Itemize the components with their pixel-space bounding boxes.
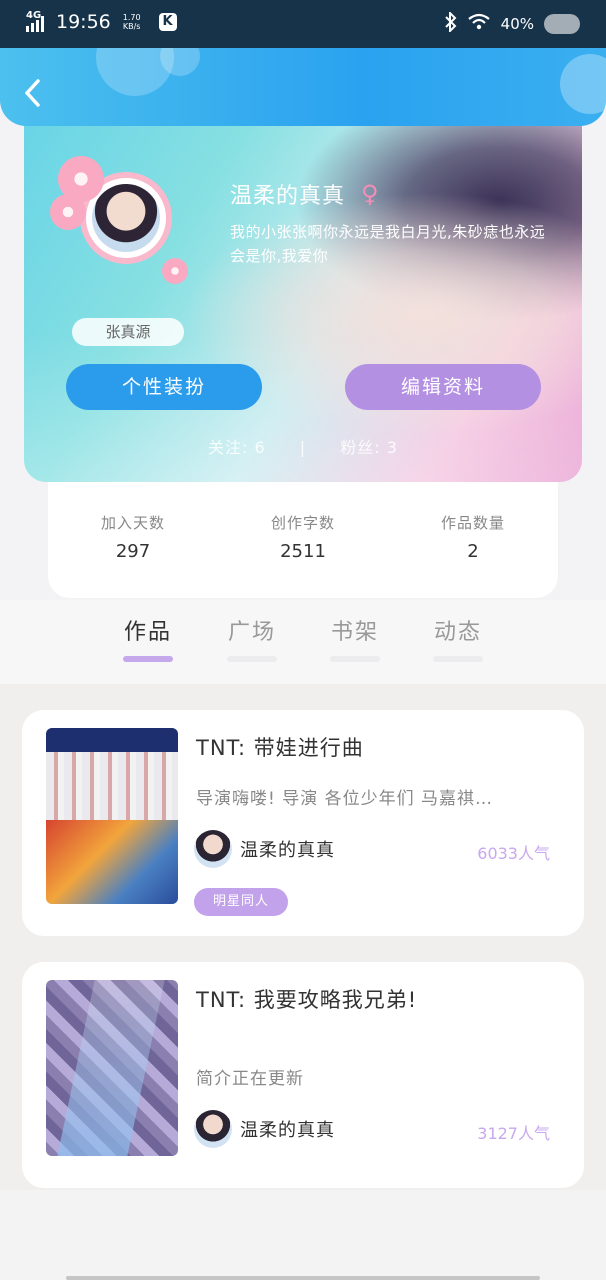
edit-profile-button[interactable]: 编辑资料 [345, 364, 541, 410]
tab-bar: 作品 广场 书架 动态 [0, 600, 606, 684]
work-author: 温柔的真真 [194, 830, 335, 868]
work-description: 导演嗨喽! 导演 各位少年们 马嘉祺… [196, 789, 494, 809]
tab-indicator [123, 656, 173, 662]
tab-label: 动态 [433, 620, 482, 645]
stat-label: 创作字数 [270, 514, 335, 532]
tab-works[interactable]: 作品 [108, 614, 188, 662]
stat-label: 加入天数 [100, 514, 165, 532]
flower-frame-icon [162, 258, 188, 284]
nickname: 温柔的真真 ♀ [230, 178, 380, 210]
work-tag[interactable]: 明星同人 [194, 888, 288, 916]
female-icon: ♀ [361, 180, 380, 208]
work-cover-image [46, 980, 178, 1156]
home-indicator[interactable] [66, 1276, 540, 1280]
flower-frame-icon [50, 194, 86, 230]
tab-bookshelf[interactable]: 书架 [315, 614, 395, 662]
tab-square[interactable]: 广场 [212, 614, 292, 662]
author-name: 温柔的真真 [240, 1120, 335, 1141]
work-popularity: 6033人气 [477, 844, 550, 863]
page-header [0, 48, 606, 126]
author-avatar [194, 830, 232, 868]
works-list: TNT: 带娃进行曲 导演嗨喽! 导演 各位少年们 马嘉祺… 温柔的真真 603… [0, 684, 606, 1190]
app-notification-icon: K [158, 13, 177, 31]
clock: 19:56 [56, 11, 111, 33]
stat-value: 2511 [280, 541, 326, 562]
fans-count[interactable]: 粉丝: 3 [340, 438, 398, 457]
divider: | [299, 438, 307, 457]
following-count[interactable]: 关注: 6 [208, 438, 266, 457]
wifi-icon [467, 13, 491, 35]
work-description: 简介正在更新 [196, 1069, 304, 1089]
profile-card: 张真源 温柔的真真 ♀ 我的小张张啊你永远是我白月光,朱砂痣也永远会是你,我爱你… [24, 110, 582, 482]
tab-indicator [433, 656, 483, 662]
bottom-area [0, 1190, 606, 1280]
status-bar: 4G 19:56 1.70 KB/s K 40% [0, 0, 606, 48]
work-title: TNT: 带娃进行曲 [196, 736, 364, 760]
battery-icon [544, 14, 580, 34]
bluetooth-icon [444, 10, 457, 36]
back-button[interactable] [22, 78, 44, 108]
battery-level: 40% [500, 15, 534, 33]
follow-stats: 关注: 6 | 粉丝: 3 [24, 434, 582, 458]
decorate-button[interactable]: 个性装扮 [66, 364, 262, 410]
work-popularity: 3127人气 [477, 1124, 550, 1143]
speed-value: 1.70 [122, 13, 141, 22]
signature: 我的小张张啊你永远是我白月光,朱砂痣也永远会是你,我爱你 [230, 223, 546, 265]
work-cover-image [46, 728, 178, 904]
decor-bubble [560, 54, 606, 114]
avatar-image [92, 184, 160, 252]
work-card[interactable]: TNT: 带娃进行曲 导演嗨喽! 导演 各位少年们 马嘉祺… 温柔的真真 603… [22, 710, 584, 936]
nickname-text: 温柔的真真 [230, 184, 346, 209]
stat-label: 作品数量 [440, 514, 505, 532]
stat-value: 297 [115, 541, 151, 562]
work-title: TNT: 我要攻略我兄弟! [196, 988, 418, 1012]
tab-label: 广场 [227, 620, 276, 645]
tab-indicator [227, 656, 277, 662]
stats-panel: 加入天数 297 创作字数 2511 作品数量 2 [48, 468, 558, 598]
tab-label: 作品 [123, 620, 172, 645]
tab-indicator [330, 656, 380, 662]
tab-label: 书架 [330, 620, 379, 645]
chevron-left-icon [25, 79, 40, 107]
stat-word-count: 创作字数 2511 [218, 512, 388, 562]
work-author: 温柔的真真 [194, 1110, 335, 1148]
stat-join-days: 加入天数 297 [48, 512, 218, 562]
network-type: 4G [26, 10, 42, 21]
tab-activity[interactable]: 动态 [418, 614, 498, 662]
author-name: 温柔的真真 [240, 840, 335, 861]
name-tag: 张真源 [72, 318, 184, 346]
speed-unit: KB/s [122, 22, 141, 31]
signal-icon: 4G [26, 10, 44, 32]
stat-value: 2 [467, 541, 479, 562]
author-avatar [194, 1110, 232, 1148]
work-card[interactable]: TNT: 我要攻略我兄弟! 简介正在更新 温柔的真真 3127人气 [22, 962, 584, 1188]
stat-works-count: 作品数量 2 [388, 512, 558, 562]
network-speed: 1.70 KB/s [123, 13, 141, 31]
